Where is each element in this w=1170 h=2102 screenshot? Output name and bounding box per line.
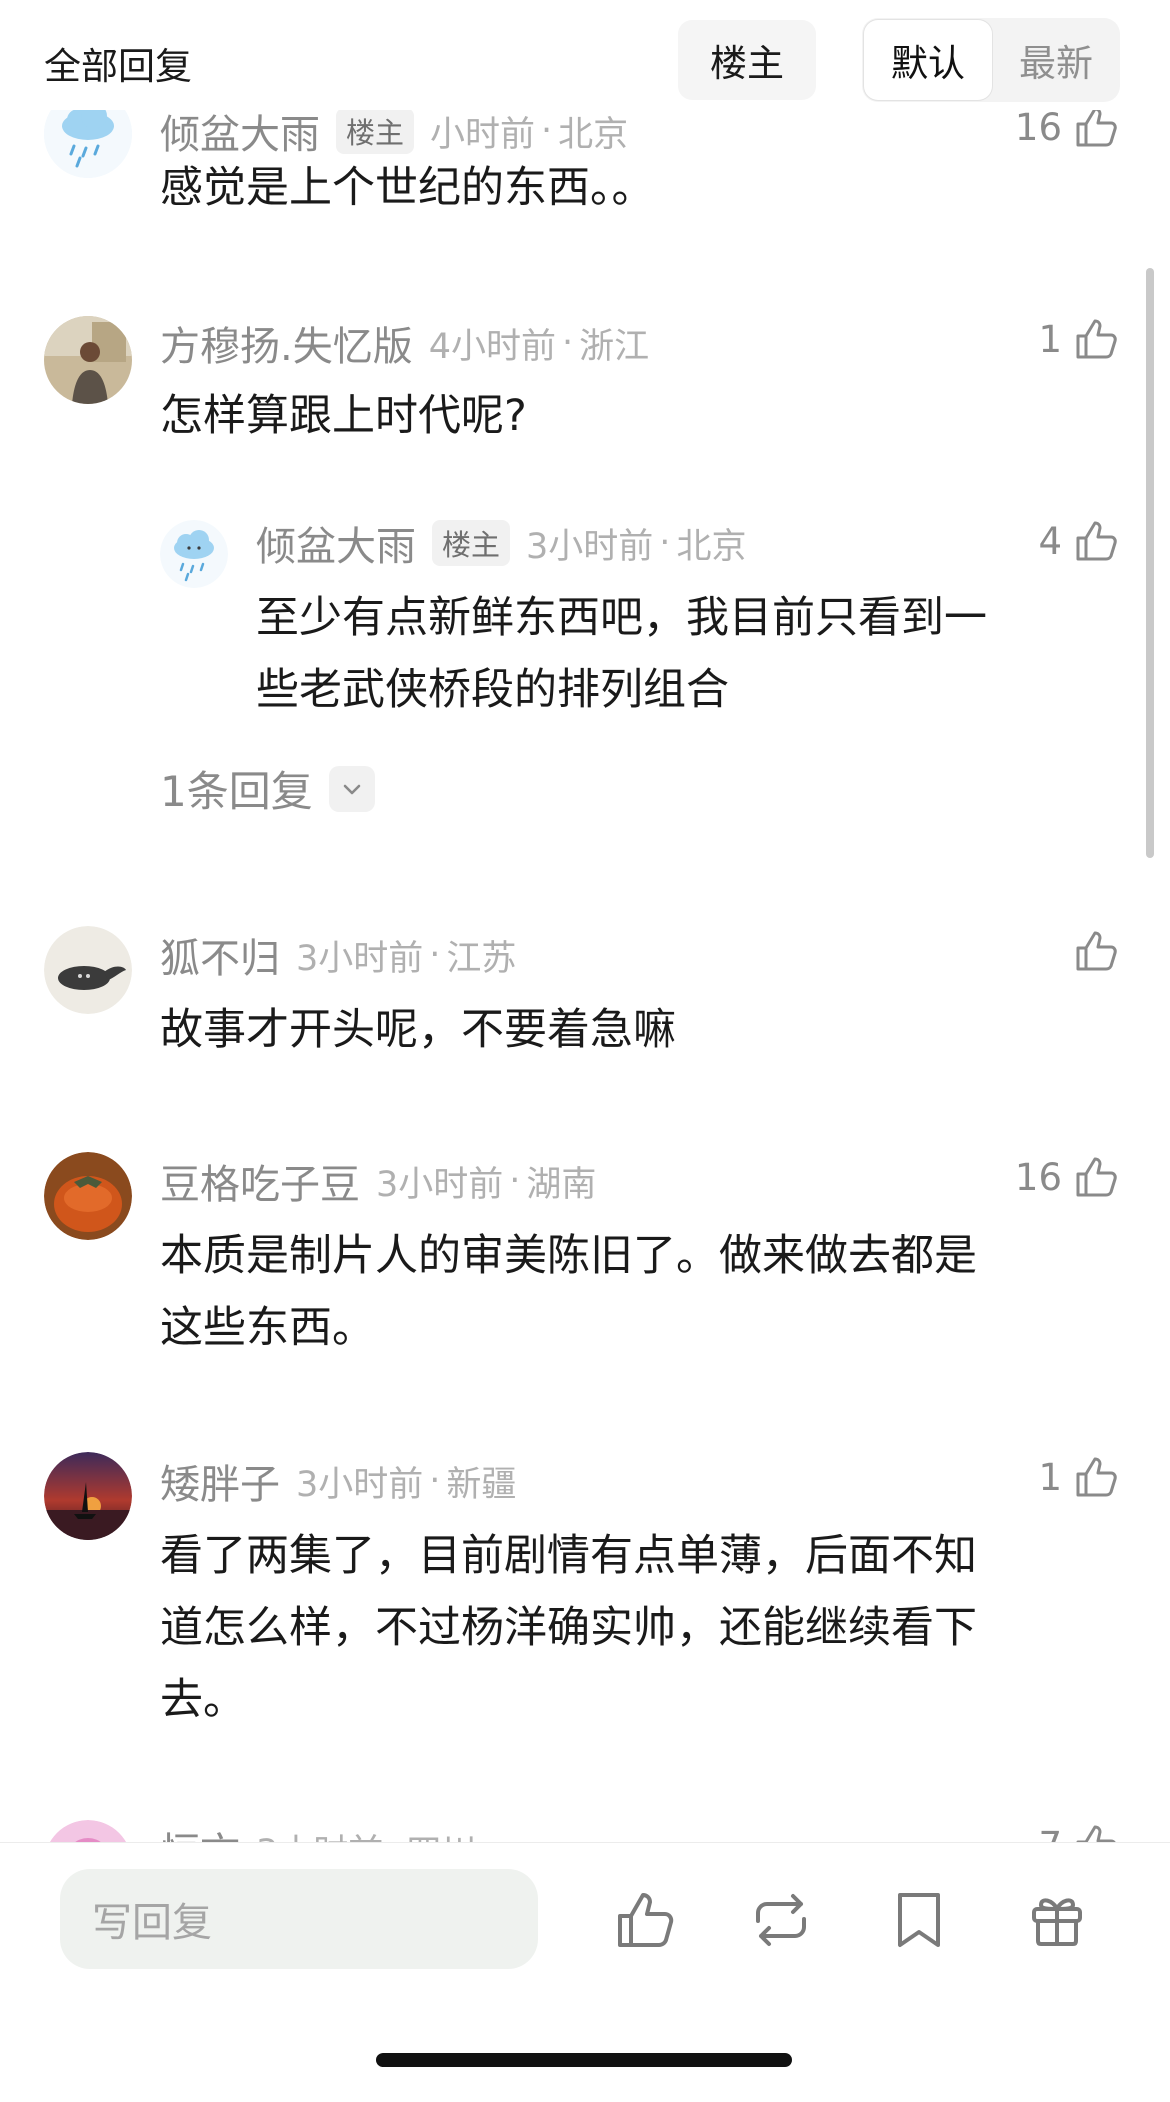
thumbs-up-icon <box>1076 1157 1117 1197</box>
username[interactable]: 豆格吃子豆 <box>160 1152 360 1210</box>
separator-dot: · <box>429 935 441 975</box>
bottom-action-bar: 写回复 <box>0 1842 1170 2102</box>
separator-dot: · <box>509 1161 521 1201</box>
fox-tail-avatar-icon <box>44 926 132 1014</box>
avatar[interactable] <box>44 316 132 404</box>
thumbs-up-icon[interactable] <box>612 1887 678 1953</box>
comment-time: 3小时前 <box>296 1464 424 1505</box>
like-count: 1 <box>1038 1455 1062 1499</box>
comment-meta: 豆格吃子豆 3小时前 · 湖南 <box>160 1152 596 1210</box>
comment-text: 感觉是上个世纪的东西。。 <box>160 163 655 213</box>
reply-meta: 倾盆大雨 楼主 3小时前 · 北京 <box>256 514 746 572</box>
like-button[interactable]: 16 <box>1015 1150 1120 1204</box>
reply-input[interactable]: 写回复 <box>60 1869 538 1969</box>
thumbs-up-icon <box>1076 107 1117 147</box>
separator-dot: · <box>659 523 671 563</box>
expand-replies-button[interactable]: 1条回复 <box>160 758 375 819</box>
reply-count-label: 1条回复 <box>160 767 313 816</box>
reply-text-line: 些老武侠桥段的排列组合 <box>256 665 729 715</box>
comment-text: 故事才开头呢，不要着急嘛 <box>160 1005 676 1055</box>
comments-header: 全部回复 楼主 默认 最新 <box>0 0 1170 110</box>
comment-time: 小时前 <box>430 114 536 155</box>
op-badge: 楼主 <box>336 108 415 154</box>
reply-item: 倾盆大雨 楼主 3小时前 · 北京 4 至少有点新鲜东西吧，我目前只看到一 些老… <box>0 500 1170 715</box>
username[interactable]: 倾盆大雨 <box>256 514 416 572</box>
thumbs-up-icon <box>1076 521 1117 561</box>
thumbs-up-icon <box>1076 1457 1117 1497</box>
man-photo-avatar-icon <box>44 316 132 404</box>
comment-item: 矮胖子 3小时前 · 新疆 1 看了两集了，目前剧情有点单薄，后面不知 道怎么样… <box>0 1432 1170 1762</box>
sort-toggle: 默认 最新 <box>862 18 1120 102</box>
like-count: 1 <box>1038 317 1062 361</box>
separator-dot: · <box>429 1461 441 1501</box>
comment-location: 浙江 <box>579 326 650 367</box>
comment-text-line: 看了两集了，目前剧情有点单薄，后面不知 <box>160 1531 977 1581</box>
like-count: 16 <box>1014 105 1062 149</box>
sunset-sailboat-avatar-icon <box>44 1452 132 1540</box>
comment-item: 方穆扬.失忆版 4小时前 · 浙江 1 怎样算跟上时代呢? 倾盆大雨 楼主 3小… <box>0 300 1170 820</box>
comment-meta: 矮胖子 3小时前 · 新疆 <box>160 1452 516 1510</box>
username[interactable]: 矮胖子 <box>160 1452 280 1510</box>
comment-location: 新疆 <box>446 1464 517 1505</box>
rain-cloud-avatar-icon <box>160 520 228 588</box>
username[interactable]: 方穆扬.失忆版 <box>160 314 413 372</box>
thumbs-up-icon <box>1076 319 1117 359</box>
separator-dot: · <box>541 111 553 151</box>
op-only-filter-button[interactable]: 楼主 <box>678 20 816 100</box>
scrollbar[interactable] <box>1146 268 1154 858</box>
comment-meta: 狐不归 3小时前 · 江苏 <box>160 926 516 984</box>
comment-item: 狐不归 3小时前 · 江苏 故事才开头呢，不要着急嘛 <box>0 906 1170 1086</box>
like-button[interactable]: 1 <box>1038 312 1120 366</box>
comment-text-line: 本质是制片人的审美陈旧了。做来做去都是 <box>160 1231 977 1281</box>
reply-text: 至少有点新鲜东西吧，我目前只看到一 些老武侠桥段的排列组合 <box>256 582 987 726</box>
comment-text-line: 道怎么样，不过杨洋确实帅，还能继续看下 <box>160 1603 977 1653</box>
op-badge: 楼主 <box>432 520 511 566</box>
chevron-down-icon <box>328 765 375 812</box>
avatar[interactable] <box>44 926 132 1014</box>
comment-text-line: 这些东西。 <box>160 1303 375 1353</box>
repost-icon[interactable] <box>748 1887 814 1953</box>
bookmark-icon[interactable] <box>886 1887 952 1953</box>
sort-latest-tab[interactable]: 最新 <box>992 20 1120 100</box>
comment-location: 江苏 <box>446 938 517 979</box>
home-indicator[interactable] <box>376 2053 792 2067</box>
comment-location: 北京 <box>558 114 629 155</box>
like-count: 16 <box>1014 1155 1062 1199</box>
avatar[interactable] <box>160 520 228 588</box>
like-count: 4 <box>1038 519 1062 563</box>
like-button[interactable]: 1 <box>1038 1450 1120 1504</box>
reply-time: 3小时前 <box>526 526 654 567</box>
avatar[interactable] <box>44 1152 132 1240</box>
username[interactable]: 狐不归 <box>160 926 280 984</box>
comment-text: 怎样算跟上时代呢? <box>160 391 527 441</box>
comment-text: 本质是制片人的审美陈旧了。做来做去都是 这些东西。 <box>160 1220 977 1364</box>
comment-time: 3小时前 <box>376 1164 504 1205</box>
separator-dot: · <box>562 323 574 363</box>
comment-text-line: 去。 <box>160 1675 246 1725</box>
comment-time: 4小时前 <box>428 326 556 367</box>
reply-text-line: 至少有点新鲜东西吧，我目前只看到一 <box>256 593 987 643</box>
all-replies-title: 全部回复 <box>44 45 192 88</box>
reply-location: 北京 <box>676 526 747 567</box>
comment-meta: 方穆扬.失忆版 4小时前 · 浙江 <box>160 314 649 372</box>
sort-default-tab[interactable]: 默认 <box>864 20 992 100</box>
comment-time: 3小时前 <box>296 938 424 979</box>
comment-item: 豆格吃子豆 3小时前 · 湖南 16 本质是制片人的审美陈旧了。做来做去都是 这… <box>0 1132 1170 1382</box>
comment-location: 湖南 <box>526 1164 597 1205</box>
like-button[interactable]: 4 <box>1038 514 1120 568</box>
comment-text: 看了两集了，目前剧情有点单薄，后面不知 道怎么样，不过杨洋确实帅，还能继续看下 … <box>160 1520 977 1736</box>
gift-icon[interactable] <box>1024 1887 1090 1953</box>
thumbs-up-icon <box>1076 931 1117 971</box>
avatar[interactable] <box>44 1452 132 1540</box>
persimmon-avatar-icon <box>44 1152 132 1240</box>
like-button[interactable] <box>1062 924 1120 978</box>
